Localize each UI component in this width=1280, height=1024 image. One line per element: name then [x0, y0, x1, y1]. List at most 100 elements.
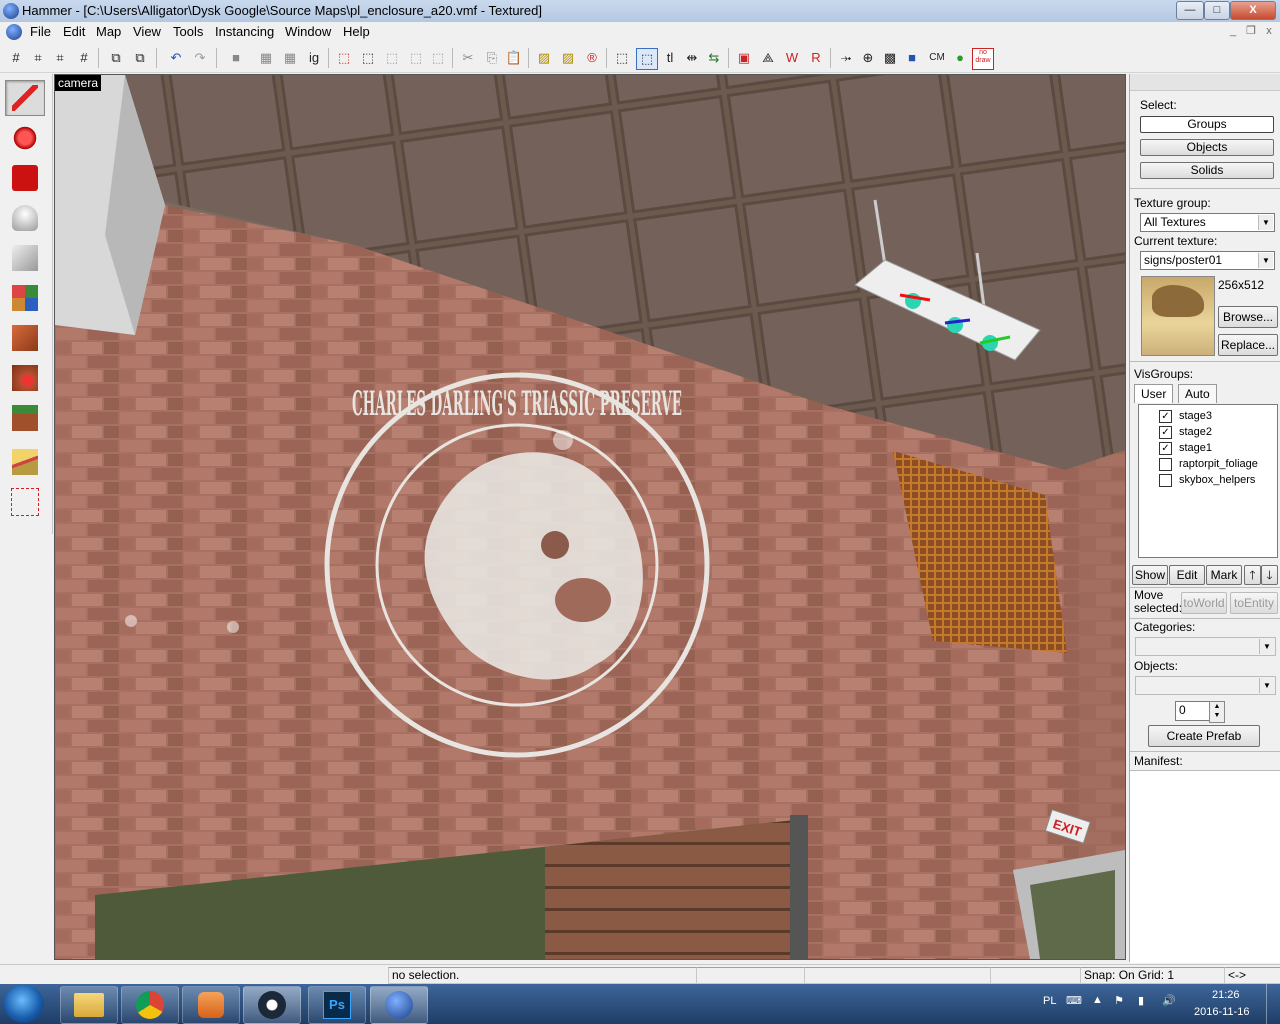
visgroup-edit-button[interactable]: Edit	[1169, 565, 1205, 585]
run-map-icon[interactable]: ●	[950, 48, 970, 68]
volume-icon[interactable]: 🔊	[1162, 994, 1176, 1007]
hammer-taskbar-button[interactable]	[370, 986, 428, 1024]
hide-unselected-icon[interactable]: ▦	[280, 48, 300, 68]
camera-tool[interactable]	[5, 160, 45, 196]
vertex-tool[interactable]	[5, 484, 45, 520]
grid-plus-icon[interactable]: #	[74, 48, 94, 68]
entity-report-icon[interactable]: ⤞	[836, 48, 856, 68]
texture-preview[interactable]	[1141, 276, 1215, 356]
ignore-groups-button[interactable]: ig	[304, 48, 324, 68]
texture-lock-button[interactable]: tl	[660, 48, 680, 68]
mdi-minimize-button[interactable]: _	[1225, 24, 1241, 38]
tab-user[interactable]: User	[1134, 384, 1174, 403]
show-desktop-button[interactable]	[1266, 984, 1280, 1024]
undo-icon[interactable]: ↶	[166, 48, 186, 68]
paste-icon[interactable]: 📋	[504, 48, 524, 68]
grid-3d-icon[interactable]: ⌗	[50, 48, 70, 68]
flat-shaded-icon[interactable]: R	[806, 48, 826, 68]
grid-icon[interactable]: #	[6, 48, 26, 68]
clipping-tool[interactable]	[5, 444, 45, 480]
toggle-models-icon[interactable]: ▨	[534, 48, 554, 68]
checkbox[interactable]	[1159, 458, 1172, 471]
texture-scale-lock-icon[interactable]: ⬚	[382, 48, 402, 68]
hide-selected-icon[interactable]: ▦	[256, 48, 276, 68]
alignment-icon[interactable]: ⇹	[682, 48, 702, 68]
language-indicator[interactable]: PL	[1043, 995, 1056, 1007]
steam-taskbar-button[interactable]	[243, 986, 301, 1024]
vertex-icon[interactable]: ⬚	[334, 48, 354, 68]
ungroup-icon[interactable]: ⧉	[130, 48, 150, 68]
group-icon[interactable]: ⧉	[106, 48, 126, 68]
network-icon[interactable]: ▮	[1138, 994, 1144, 1007]
texture-lock-icon[interactable]: ⬚	[358, 48, 378, 68]
to-entity-button[interactable]: toEntity	[1230, 592, 1278, 614]
menu-edit[interactable]: Edit	[59, 24, 89, 39]
chrome-taskbar-button[interactable]	[121, 986, 179, 1024]
replace-button[interactable]: Replace...	[1218, 334, 1278, 356]
decal-tool[interactable]	[5, 360, 45, 396]
checkbox[interactable]: ✓	[1159, 426, 1172, 439]
block-tool[interactable]	[5, 240, 45, 276]
photoshop-taskbar-button[interactable]: Ps	[308, 986, 366, 1024]
explorer-taskbar-button[interactable]	[60, 986, 118, 1024]
toggle-helpers-icon[interactable]: ▨	[558, 48, 578, 68]
maximize-button[interactable]: □	[1204, 1, 1230, 20]
texture-tool[interactable]	[5, 280, 45, 316]
texture-group-select[interactable]: All Textures ▼	[1140, 213, 1275, 232]
mdi-close-button[interactable]: x	[1261, 24, 1277, 38]
close-button[interactable]: X	[1230, 1, 1276, 20]
minimize-button[interactable]: —	[1176, 1, 1204, 20]
select-tool-icon[interactable]: ⬚	[612, 48, 632, 68]
objects-select[interactable]: ▼	[1135, 676, 1276, 695]
wireframe-icon[interactable]: W	[782, 48, 802, 68]
clock-date[interactable]: 2016-11-16	[1194, 1006, 1249, 1018]
carve-icon[interactable]: ■	[226, 48, 246, 68]
count-input[interactable]: 0	[1175, 701, 1210, 721]
count-stepper[interactable]: ▲ ▼	[1209, 701, 1225, 723]
select-groups-button[interactable]: Groups	[1140, 116, 1274, 133]
tab-auto[interactable]: Auto	[1178, 384, 1217, 403]
check-problems-icon[interactable]: ⊕	[858, 48, 878, 68]
3d-view-icon[interactable]: ⟁	[758, 48, 778, 68]
visgroup-list[interactable]: ✓ stage3 ✓ stage2 ✓ stage1 raptorpit_foliag…	[1138, 404, 1278, 558]
apply-texture-tool[interactable]	[5, 320, 45, 356]
select-objects-button[interactable]: Objects	[1140, 139, 1274, 156]
checkbox[interactable]	[1159, 474, 1172, 487]
grid-smaller-icon[interactable]: ⌗	[28, 48, 48, 68]
entity-tool[interactable]	[5, 200, 45, 236]
menu-file[interactable]: File	[26, 24, 55, 39]
visgroup-mark-button[interactable]: Mark	[1206, 565, 1242, 585]
menu-map[interactable]: Map	[92, 24, 125, 39]
selection-tool[interactable]	[5, 80, 45, 116]
camera-viewport[interactable]: CHARLES DARLING'S TRIASSIC PRESERVE EXIT…	[54, 74, 1126, 960]
action-center-icon[interactable]: ⚑	[1114, 994, 1124, 1007]
redo-icon[interactable]: ↷	[190, 48, 210, 68]
media-player-taskbar-button[interactable]	[182, 986, 240, 1024]
menu-tools[interactable]: Tools	[169, 24, 207, 39]
start-button[interactable]	[4, 985, 44, 1023]
flip-icon[interactable]: ⇆	[704, 48, 724, 68]
radius-culling-icon[interactable]: ®	[582, 48, 602, 68]
magnify-tool[interactable]	[5, 120, 45, 156]
map-info-icon[interactable]: ▩	[880, 48, 900, 68]
create-prefab-button[interactable]: Create Prefab	[1148, 725, 1260, 747]
overlay-tool[interactable]	[5, 400, 45, 436]
menu-instancing[interactable]: Instancing	[211, 24, 278, 39]
copy-icon[interactable]: ⎘	[482, 48, 502, 68]
move-up-button[interactable]: 🡑	[1244, 565, 1261, 585]
2d-view-icon[interactable]: ▣	[734, 48, 754, 68]
object-props-icon[interactable]: ■	[902, 48, 922, 68]
vis-all-icon[interactable]: ⬚	[428, 48, 448, 68]
current-texture-select[interactable]: signs/poster01 ▼	[1140, 251, 1275, 270]
nodraw-button[interactable]: no draw	[972, 48, 994, 70]
to-world-button[interactable]: toWorld	[1181, 592, 1227, 614]
vis-icon[interactable]: ⬚	[406, 48, 426, 68]
move-down-button[interactable]: 🡓	[1261, 565, 1278, 585]
visgroup-show-button[interactable]: Show	[1132, 565, 1168, 585]
clock-time[interactable]: 21:26	[1212, 989, 1240, 1001]
checkbox[interactable]: ✓	[1159, 442, 1172, 455]
select-solids-button[interactable]: Solids	[1140, 162, 1274, 179]
keyboard-icon[interactable]: ⌨	[1066, 994, 1082, 1007]
cordon-button[interactable]: CM	[926, 48, 948, 68]
menu-help[interactable]: Help	[339, 24, 374, 39]
